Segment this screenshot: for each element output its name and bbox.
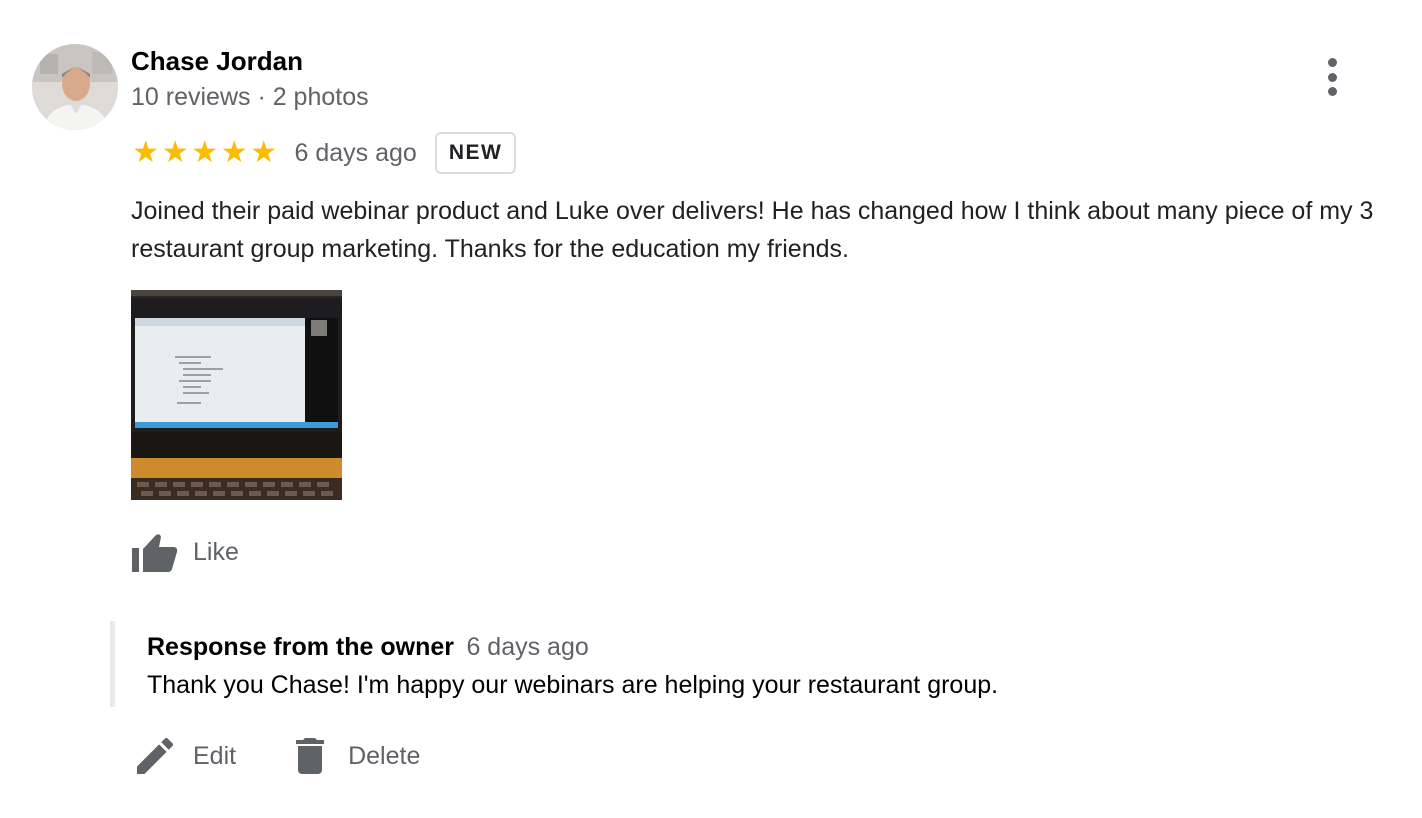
reviewer-avatar[interactable] [32, 44, 118, 130]
owner-response-time: 6 days ago [466, 633, 589, 661]
owner-response: Response from the owner 6 days ago Thank… [110, 621, 1260, 707]
pencil-icon [137, 737, 174, 774]
delete-button[interactable]: Delete [286, 732, 420, 780]
owner-response-text: Thank you Chase! I'm happy our webinars … [147, 671, 999, 699]
star-rating: ★ ★ ★ ★ ★ [131, 138, 279, 168]
reviewer-name[interactable]: Chase Jordan [131, 44, 303, 78]
trash-icon [296, 738, 325, 774]
star-icon: ★ [191, 136, 219, 169]
owner-response-header: Response from the owner 6 days ago [147, 633, 589, 662]
review-text: Joined their paid webinar product and Lu… [131, 197, 1374, 263]
delete-label: Delete [348, 741, 421, 770]
edit-label: Edit [193, 741, 237, 770]
star-icon: ★ [161, 136, 189, 169]
rating-row: ★ ★ ★ ★ ★ 6 days ago NEW [131, 130, 517, 176]
star-icon: ★ [220, 136, 248, 169]
reviewer-meta: 10 reviews · 2 photos [131, 83, 369, 111]
review-card: Chase Jordan 10 reviews · 2 photos ★ ★ ★ ★ ★… [0, 0, 1422, 818]
edit-button[interactable]: Edit [131, 732, 236, 780]
avatar-photo-icon [32, 44, 118, 130]
thumbs-up-icon [132, 534, 178, 572]
star-icon: ★ [250, 136, 278, 169]
like-label: Like [193, 537, 239, 566]
new-badge: NEW [434, 132, 517, 174]
review-photo-image [131, 290, 342, 500]
more-vert-icon [1327, 58, 1337, 67]
like-button[interactable]: Like [131, 528, 239, 576]
more-options-button[interactable] [1312, 56, 1352, 98]
star-icon: ★ [132, 136, 160, 169]
more-vert-dot [1327, 87, 1337, 96]
review-time: 6 days ago [294, 138, 417, 167]
owner-actions: Edit Delete [131, 732, 420, 780]
more-vert-dot [1327, 72, 1337, 82]
owner-response-title: Response from the owner [147, 633, 454, 661]
review-photo[interactable] [131, 290, 342, 500]
